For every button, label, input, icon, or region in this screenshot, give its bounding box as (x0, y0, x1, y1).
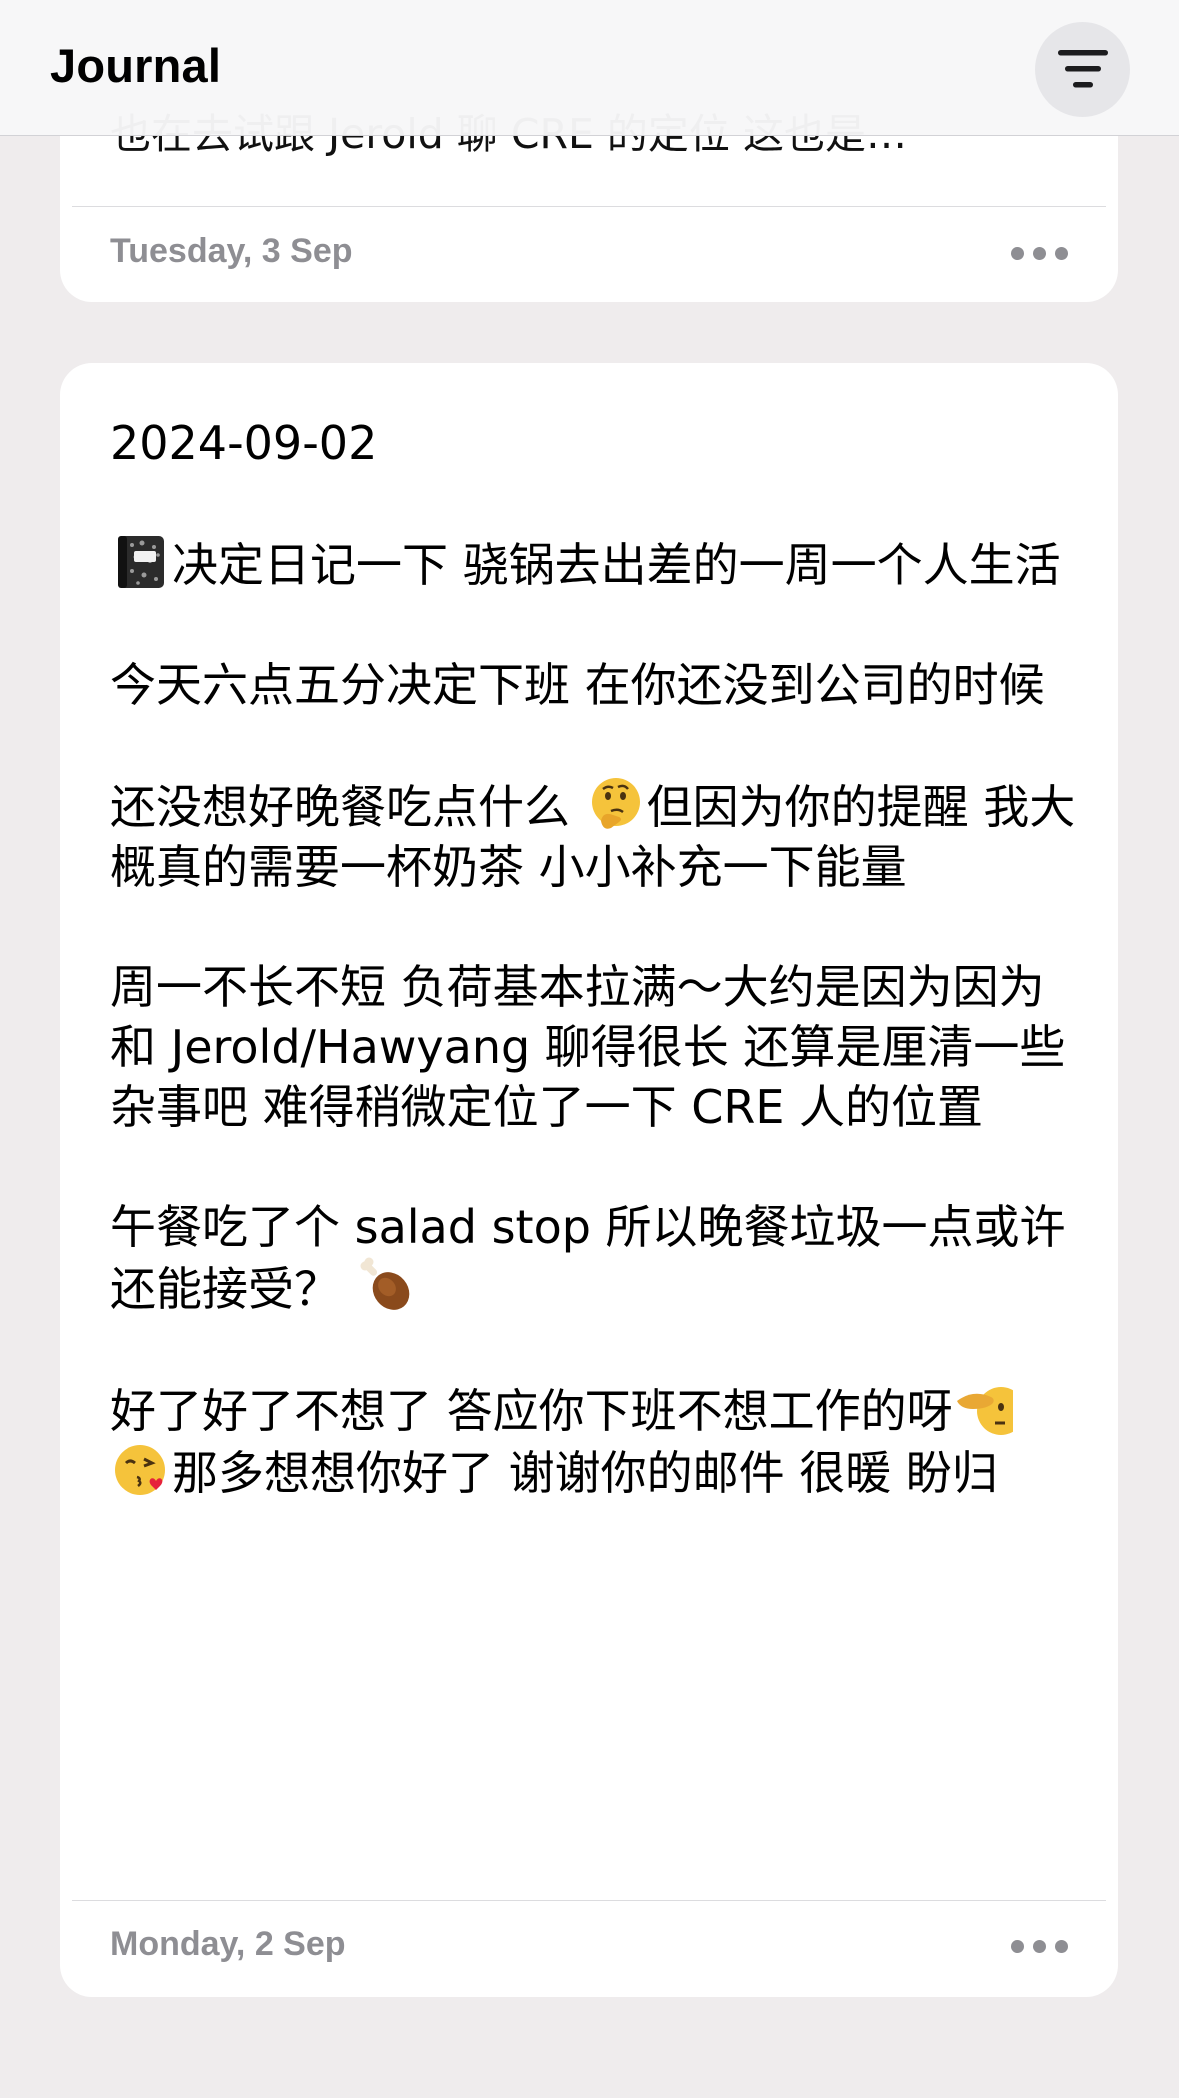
entry-paragraph: 午餐吃了个 salad stop 所以晚餐垃圾一点或许还能接受？ (110, 1197, 1080, 1319)
poultry-leg-emoji (360, 1257, 409, 1310)
card-divider (72, 1900, 1106, 1901)
ellipsis-icon (1011, 247, 1024, 260)
page-title: Journal (50, 39, 222, 92)
filter-lines-icon (1058, 50, 1108, 88)
paragraph-text: 好了好了不想了 答应你下班不想工作的呀 (110, 1384, 953, 1438)
more-options-button[interactable] (1005, 1926, 1075, 1966)
paragraph-text: 还没想好晚餐吃点什么 (110, 780, 585, 834)
paragraph-text: 那多想想你好了 谢谢你的邮件 很暖 盼归 (172, 1446, 998, 1500)
journal-entry-card[interactable]: 2024-09-02 决定日记一下 骁锅去出差的一周一个人生活 今天六点五分决定… (60, 363, 1118, 1997)
more-options-button[interactable] (1005, 233, 1075, 273)
entry-paragraph: 决定日记一下 骁锅去出差的一周一个人生活 (110, 533, 1080, 595)
notebook-emoji (118, 536, 164, 588)
entry-date: Monday, 2 Sep (110, 1925, 346, 1963)
paragraph-text: 决定日记一下 骁锅去出差的一周一个人生活 (172, 538, 1061, 592)
entry-paragraph: 那多想想你好了 谢谢你的邮件 很暖 盼归 (110, 1441, 1080, 1503)
entry-paragraph: 周一不长不短 负荷基本拉满～大约是因为因为和 Jerold/Hawyang 聊得… (110, 960, 1066, 1134)
saluting-face-emoji (956, 1387, 1013, 1435)
entry-paragraph: 还没想好晚餐吃点什么 但因为你的提醒 我大概真的需要一杯奶茶 小小补充一下能量 (110, 775, 1080, 897)
ellipsis-icon (1011, 1940, 1024, 1953)
thinking-face-emoji (591, 778, 640, 829)
filter-button[interactable] (1035, 22, 1130, 117)
ellipsis-dot (1033, 1940, 1046, 1953)
entry-body: 2024-09-02 决定日记一下 骁锅去出差的一周一个人生活 今天六点五分决定… (110, 413, 1080, 1503)
navigation-bar: Journal (0, 0, 1179, 136)
paragraph-text: 午餐吃了个 salad stop 所以晚餐垃圾一点或许还能接受？ (110, 1200, 1066, 1316)
face-blowing-kiss-emoji (115, 1445, 165, 1495)
entry-date: Tuesday, 3 Sep (110, 232, 353, 270)
entry-paragraph: 今天六点五分决定下班 在你还没到公司的时候 (110, 658, 1045, 712)
ellipsis-dot (1033, 247, 1046, 260)
entry-paragraph: 好了好了不想了 答应你下班不想工作的呀 (110, 1379, 1080, 1441)
ellipsis-dot (1055, 247, 1068, 260)
entry-title: 2024-09-02 (110, 416, 378, 470)
ellipsis-dot (1055, 1940, 1068, 1953)
card-divider (72, 206, 1106, 207)
